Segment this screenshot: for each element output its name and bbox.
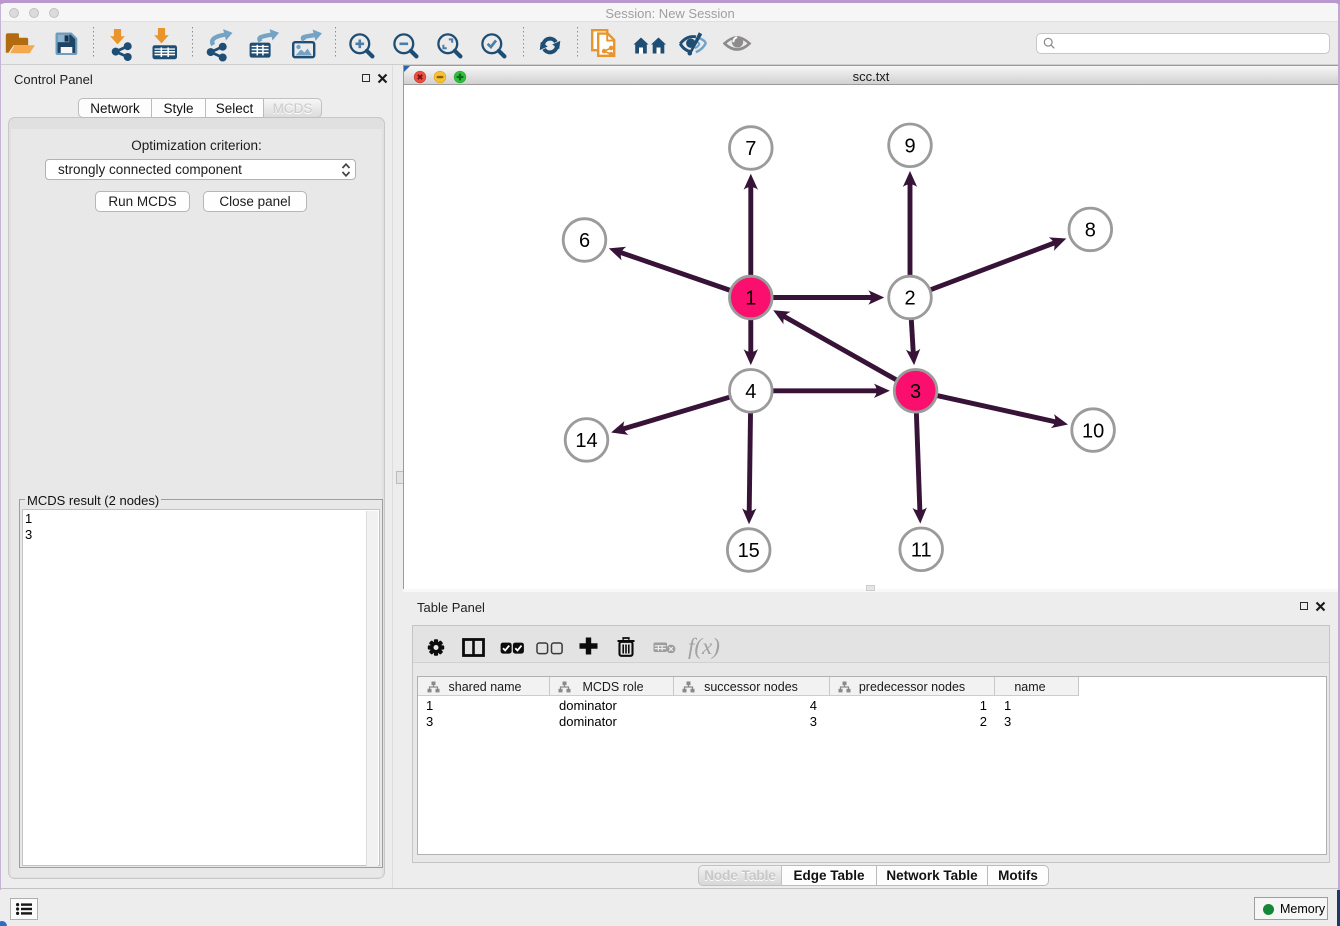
svg-text:3: 3 — [910, 381, 921, 403]
svg-text:10: 10 — [1082, 420, 1104, 442]
svg-text:15: 15 — [738, 540, 760, 562]
svg-text:8: 8 — [1085, 220, 1096, 242]
svg-text:4: 4 — [745, 381, 756, 403]
svg-text:2: 2 — [904, 288, 915, 310]
svg-text:6: 6 — [579, 230, 590, 252]
svg-text:14: 14 — [575, 430, 597, 452]
svg-text:7: 7 — [745, 138, 756, 160]
svg-text:9: 9 — [904, 136, 915, 158]
svg-text:1: 1 — [745, 288, 756, 310]
svg-text:11: 11 — [911, 540, 932, 562]
